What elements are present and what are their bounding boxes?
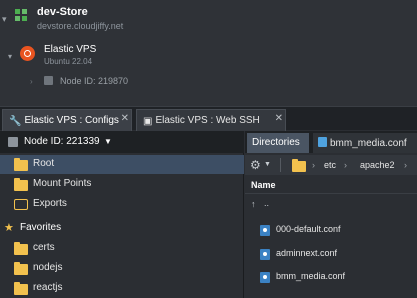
terminal-icon: ▣ bbox=[143, 116, 153, 127]
up-arrow-icon[interactable]: ↑ bbox=[251, 199, 256, 209]
environment-stack-icon bbox=[15, 9, 27, 21]
tree-item-mount-points[interactable]: Mount Points bbox=[33, 178, 91, 189]
breadcrumb-etc[interactable]: etc bbox=[324, 160, 336, 170]
tab-web-ssh[interactable]: ▣ Elastic VPS : Web SSH ✕ bbox=[136, 109, 286, 131]
tab-bmm-media-conf[interactable]: bmm_media.conf bbox=[313, 133, 417, 153]
ubuntu-logo-icon bbox=[20, 46, 35, 61]
node-id-label[interactable]: Node ID: 219870 bbox=[60, 76, 128, 86]
environment-name[interactable]: dev-Store bbox=[37, 6, 88, 18]
folder-icon bbox=[14, 262, 28, 275]
close-icon[interactable]: ✕ bbox=[275, 113, 283, 124]
tree-item-root[interactable]: Root bbox=[33, 158, 54, 169]
file-000-default-conf[interactable]: 000-default.conf bbox=[276, 224, 341, 234]
config-file-icon bbox=[260, 272, 270, 283]
tab-bmm-label: bmm_media.conf bbox=[330, 138, 407, 149]
favorite-item-reactjs[interactable]: reactjs bbox=[33, 282, 62, 293]
tree-item-exports[interactable]: Exports bbox=[33, 198, 67, 209]
breadcrumb-apache2[interactable]: apache2 bbox=[360, 160, 395, 170]
node-selector[interactable]: Node ID: 221339 bbox=[24, 136, 100, 147]
folder-icon bbox=[14, 178, 28, 191]
exports-icon bbox=[14, 199, 28, 210]
close-icon[interactable]: ✕ bbox=[121, 113, 129, 124]
config-file-icon bbox=[260, 225, 270, 236]
path-separator: › bbox=[404, 160, 407, 170]
path-separator: › bbox=[344, 160, 347, 170]
folder-icon bbox=[14, 282, 28, 295]
parent-directory[interactable]: .. bbox=[264, 198, 269, 208]
gear-icon[interactable]: ⚙ bbox=[250, 158, 261, 172]
favorite-item-certs[interactable]: certs bbox=[33, 242, 55, 253]
tab-web-ssh-label: Elastic VPS : Web SSH bbox=[155, 115, 260, 126]
file-adminnext-conf[interactable]: adminnext.conf bbox=[276, 248, 337, 258]
favorites-heading[interactable]: Favorites bbox=[20, 222, 61, 233]
node-os-label: Ubuntu 22.04 bbox=[44, 57, 93, 66]
wrench-icon: 🔧 bbox=[9, 116, 22, 127]
folder-icon bbox=[14, 242, 28, 255]
tab-directories[interactable]: Directories bbox=[247, 133, 309, 153]
folder-icon bbox=[14, 158, 28, 171]
tab-configs[interactable]: 🔧 Elastic VPS : Configs ✕ bbox=[2, 109, 132, 131]
caret-down-icon[interactable]: ▼ bbox=[104, 137, 112, 146]
node-title[interactable]: Elastic VPS bbox=[44, 44, 96, 55]
node-expand-chevron-icon[interactable]: ▾ bbox=[8, 52, 12, 61]
collapse-chevron-icon[interactable]: ▾ bbox=[2, 14, 12, 24]
node-server-icon bbox=[44, 76, 53, 85]
environment-domain-link[interactable]: devstore.cloudjiffy.net bbox=[37, 21, 123, 31]
star-icon: ★ bbox=[4, 222, 14, 234]
file-icon bbox=[318, 137, 327, 147]
nodeid-expand-chevron-icon[interactable]: › bbox=[30, 77, 33, 86]
column-name[interactable]: Name bbox=[251, 180, 276, 190]
tab-configs-label: Elastic VPS : Configs bbox=[24, 115, 119, 126]
path-separator: › bbox=[312, 160, 315, 170]
folder-icon[interactable] bbox=[292, 159, 306, 172]
node-server-icon bbox=[8, 137, 18, 147]
toolbar-divider bbox=[280, 158, 281, 172]
config-file-icon bbox=[260, 249, 270, 260]
tab-bar: 🔧 Elastic VPS : Configs ✕ ▣ Elastic VPS : … bbox=[0, 106, 417, 131]
favorite-item-nodejs[interactable]: nodejs bbox=[33, 262, 62, 273]
caret-down-icon[interactable]: ▼ bbox=[264, 161, 271, 168]
file-bmm-media-conf[interactable]: bmm_media.conf bbox=[276, 271, 345, 281]
